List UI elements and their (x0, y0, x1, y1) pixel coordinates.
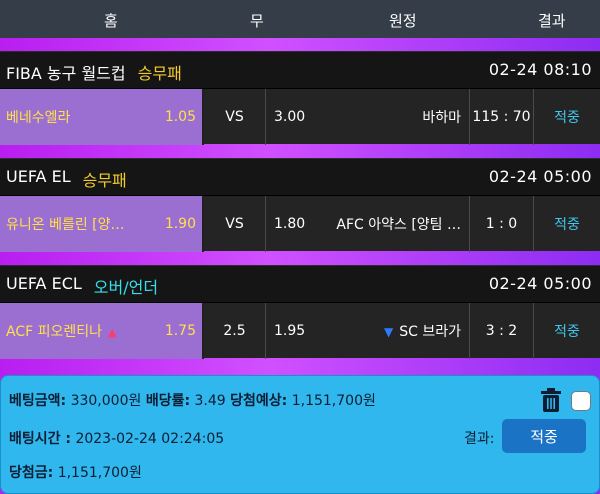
odds-label: 배당률: (145, 393, 191, 409)
odds-value: 3.49 (194, 393, 226, 409)
away-selection[interactable]: 3.00 바하마 (266, 89, 470, 145)
home-odd: 1.05 (164, 109, 196, 125)
home-team: ACF 피오렌티나 (6, 324, 103, 340)
home-selection[interactable]: 베네수엘라 1.05 (0, 89, 204, 145)
score: 115 : 70 (470, 89, 534, 145)
away-odd: 1.80 (274, 216, 306, 232)
away-selection[interactable]: 1.80 AFC 아약스 [양팀 … (266, 196, 470, 252)
result-button[interactable]: 적중 (502, 419, 586, 453)
game-datetime: 02-24 08:10 (488, 60, 592, 79)
bet-time-label: 배팅시간 : (9, 431, 71, 447)
column-header: 홈 무 원정 결과 (0, 0, 600, 38)
expected-value: 1,151,700원 (291, 393, 376, 409)
odds-row: 유니온 베를린 [양… 1.90 VS 1.80 AFC 아약스 [양팀 … 1… (0, 195, 600, 252)
win-line: 당첨금: 1,151,700원 (9, 462, 142, 482)
triangle-down-icon: ▼ (384, 325, 394, 339)
game-block: FIBA 농구 월드컵 승무패 02-24 08:10 베네수엘라 1.05 V… (0, 51, 600, 145)
market-type: 승무패 (82, 171, 127, 190)
score: 1 : 0 (470, 196, 534, 252)
league-name: UEFA ECL (6, 274, 82, 293)
win-amount: 1,151,700원 (57, 465, 142, 481)
game-title: FIBA 농구 월드컵 승무패 (6, 60, 182, 84)
game-datetime: 02-24 05:00 (488, 274, 592, 293)
draw-selection[interactable]: VS (204, 196, 266, 252)
home-team: 베네수엘라 (6, 110, 71, 126)
under-selection[interactable]: 1.95 ▼ SC 브라가 (266, 303, 470, 359)
bet-summary: 베팅금액: 330,000원 배당률: 3.49 당첨예상: 1,151,700… (0, 375, 600, 494)
home-selection[interactable]: 유니온 베를린 [양… 1.90 (0, 196, 204, 252)
odds-row: 베네수엘라 1.05 VS 3.00 바하마 115 : 70 적중 (0, 88, 600, 145)
game-title: UEFA ECL 오버/언더 (6, 274, 158, 298)
league-name: FIBA 농구 월드컵 (6, 64, 126, 83)
game-block: UEFA EL 승무패 02-24 05:00 유니온 베를린 [양… 1.90… (0, 158, 600, 252)
header-draw: 무 (250, 12, 264, 30)
away-team-wrap: ▼ SC 브라가 (384, 321, 461, 341)
home-team-wrap: ACF 피오렌티나 ▲ (6, 321, 116, 341)
away-team: AFC 아약스 [양팀 … (336, 217, 461, 233)
away-team: SC 브라가 (399, 324, 461, 340)
game-block: UEFA ECL 오버/언더 02-24 05:00 ACF 피오렌티나 ▲ 1.… (0, 265, 600, 359)
under-odd: 1.95 (274, 323, 306, 339)
bet-time: 2023-02-24 02:24:05 (75, 431, 225, 447)
win-label: 당첨금: (9, 465, 54, 481)
home-team: 유니온 베를린 [양… (6, 217, 125, 233)
result-label: 결과: (464, 431, 495, 447)
home-odd: 1.90 (164, 216, 196, 232)
result-status: 적중 (554, 110, 580, 126)
away-team: 바하마 (422, 110, 461, 126)
header-result: 결과 (538, 12, 566, 30)
bet-amount-label: 베팅금액: (9, 393, 67, 409)
game-datetime: 02-24 05:00 (488, 167, 592, 186)
league-name: UEFA EL (6, 167, 71, 186)
select-checkbox[interactable] (571, 391, 591, 411)
market-type: 승무패 (137, 64, 182, 83)
expected-label: 당첨예상: (230, 393, 288, 409)
handicap-line: 2.5 (204, 303, 266, 359)
draw-selection[interactable]: VS (204, 89, 266, 145)
header-home: 홈 (104, 12, 118, 30)
bet-amount: 330,000원 (70, 393, 142, 409)
result-status: 적중 (554, 217, 580, 233)
bet-summary-line: 베팅금액: 330,000원 배당률: 3.49 당첨예상: 1,151,700… (9, 390, 376, 410)
over-selection[interactable]: ACF 피오렌티나 ▲ 1.75 (0, 303, 204, 359)
game-title: UEFA EL 승무패 (6, 167, 127, 191)
header-away: 원정 (389, 12, 417, 30)
bet-time-line: 배팅시간 : 2023-02-24 02:24:05 (9, 428, 224, 448)
market-type: 오버/언더 (93, 278, 159, 297)
trash-icon[interactable] (541, 388, 561, 412)
score: 3 : 2 (470, 303, 534, 359)
result-status: 적중 (554, 324, 580, 340)
away-odd: 3.00 (274, 109, 306, 125)
triangle-up-icon: ▲ (108, 326, 117, 339)
over-odd: 1.75 (164, 323, 196, 339)
odds-row: ACF 피오렌티나 ▲ 1.75 2.5 1.95 ▼ SC 브라가 3 : 2 적… (0, 302, 600, 359)
